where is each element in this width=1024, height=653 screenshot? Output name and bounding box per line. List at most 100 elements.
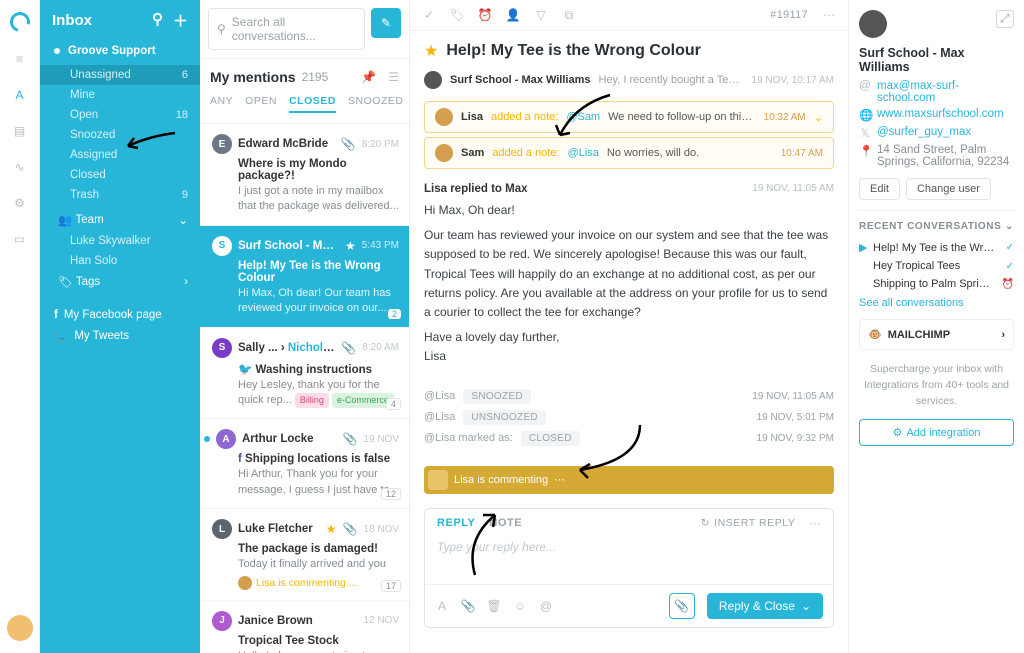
filter-open[interactable]: OPEN [245,95,277,113]
folder-snoozed[interactable]: Snoozed [40,125,200,145]
chevron-right-icon: › [1001,329,1005,341]
social-link[interactable]: fMy Facebook page [40,305,200,325]
social-link[interactable]: 🐦My Tweets [40,325,200,347]
filter-icon[interactable]: ▽ [534,8,548,22]
chevron-down-icon: ⌄ [814,111,823,124]
snooze-icon[interactable]: ⏰ [478,8,492,22]
team-member[interactable]: Han Solo [40,251,200,271]
chevron-right-icon: › [184,276,188,288]
reports-icon[interactable]: ∿ [11,158,29,176]
edit-button[interactable]: Edit [859,178,900,200]
customer-name: Surf School - Max Williams [859,46,1014,74]
composer-more-icon[interactable]: ⋯ [809,517,821,530]
menu-icon[interactable]: ≡ [11,50,29,68]
customer-email[interactable]: max@max-surf-school.com [877,80,1014,104]
compose-button[interactable]: ✎ [371,8,401,38]
list-options-icon[interactable]: ☰ [388,70,399,84]
search-input[interactable]: ⚲ Search all conversations... [208,8,365,50]
format-icon[interactable]: A [435,599,449,613]
star-icon[interactable]: ★ [424,41,438,61]
mailbox-header[interactable]: Groove Support [40,41,200,61]
merge-icon[interactable]: ⧉ [562,8,576,22]
conversation-item[interactable]: SSally ... › Nicholas Mccreath📎8:20 AM🐦 … [200,328,409,420]
integration-promo: Supercharge your inbox with Integrations… [859,362,1014,409]
tags-header[interactable]: 🏷 Tags › [40,271,200,293]
see-all-link[interactable]: See all conversations [859,297,1014,309]
settings-icon: ⚙ [893,426,903,439]
sidebar-add-icon[interactable]: ＋ [173,10,188,31]
event-item: @Lisa marked as:CLOSED19 Nov, 9:32 PM [424,431,834,446]
add-integration-button[interactable]: ⚙Add integration [859,419,1014,446]
reply-tab[interactable]: REPLY [437,517,475,529]
folder-assigned[interactable]: Assigned [40,145,200,165]
team-header[interactable]: 👥 Team ⌄ [40,209,200,231]
customer-web[interactable]: www.maxsurfschool.com [877,108,1004,120]
customer-avatar [859,10,887,38]
user-avatar[interactable] [7,615,33,641]
customer-twitter[interactable]: @surfer_guy_max [877,126,971,138]
customer-address: 14 Sand Street, Palm Springs, California… [877,144,1014,168]
send-button[interactable]: Reply & Close⌄ [707,593,823,619]
recent-conversation[interactable]: Shipping to Palm Springs⏰ [859,275,1014,293]
expand-icon[interactable]: ⤢ [996,10,1014,28]
check-icon[interactable]: ✓ [422,8,436,22]
folder-closed[interactable]: Closed [40,165,200,185]
event-item: @LisaSNOOZED19 Nov, 11:05 AM [424,389,834,404]
filter-any[interactable]: ANY [210,95,233,113]
assign-icon[interactable]: 👤 [506,8,520,22]
conversation-item[interactable]: JJanice Brown12 NOVTropical Tee StockHel… [200,601,409,653]
settings-icon[interactable]: ⚙ [11,194,29,212]
change-user-button[interactable]: Change user [906,178,991,200]
tag-icon[interactable]: 🏷 [450,8,464,22]
conversation-item[interactable]: AArthur Locke📎19 NOVf Shipping locations… [200,419,409,509]
attach-file-button[interactable]: 📎 [669,593,695,619]
more-icon[interactable]: ⋯ [822,8,836,22]
tag-icon: 🏷 [58,275,73,289]
folder-open[interactable]: Open18 [40,105,200,125]
recent-conversation[interactable]: ▶Help! My Tee is the Wron...✓ [859,238,1014,257]
at-icon: @ [859,80,871,92]
integration-row[interactable]: 🐵MAILCHIMP › [859,319,1014,350]
team-member[interactable]: Luke Skywalker [40,231,200,251]
emoji-icon[interactable]: ☺ [513,599,527,613]
conversation-item[interactable]: EEdward McBride📎8:20 PMWhere is my Mondo… [200,124,409,226]
note-item[interactable]: Sam added a note: @Lisa No worries, will… [424,137,834,169]
thread-toolbar: ✓ 🏷 ⏰ 👤 ▽ ⧉ #19117 ⋯ [410,0,848,31]
docs-icon[interactable]: ▭ [11,230,29,248]
opener-summary[interactable]: Surf School - Max Williams Hey, I recent… [424,71,834,89]
library-icon[interactable]: ▤ [11,122,29,140]
typing-indicator: Lisa is commenting ⋯ [424,466,834,494]
composer-input[interactable]: Type your reply here... [425,530,833,584]
sidebar-search-icon[interactable]: ⚲ [152,10,163,31]
mailchimp-icon: 🐵 [868,328,882,341]
conversation-list: ⚲ Search all conversations... ✎ My menti… [200,0,410,653]
conversation-item[interactable]: SSurf School - Max Williams★5:43 PMHelp!… [200,226,409,328]
insert-reply-button[interactable]: ↻INSERT REPLY [701,517,796,529]
app-logo [6,8,33,35]
inbox-icon[interactable]: A [11,86,29,104]
event-item: @LisaUNSNOOZED19 Nov, 5:01 PM [424,410,834,425]
note-tab[interactable]: NOTE [489,517,522,529]
filter-closed[interactable]: CLOSED [289,95,336,113]
filter-snoozed[interactable]: SNOOZED [348,95,404,113]
typing-dots-icon: ⋯ [554,473,565,486]
globe-icon: 🌐 [859,108,871,122]
customer-avatar-icon [424,71,442,89]
location-icon: 📍 [859,144,871,158]
recent-section-head[interactable]: RECENT CONVERSATIONS ⌄ [859,210,1014,232]
attach-icon[interactable]: 📎 [461,599,475,613]
folder-unassigned[interactable]: Unassigned6 [40,65,200,85]
note-item[interactable]: Lisa added a note: @Sam We need to follo… [424,101,834,133]
recent-conversation[interactable]: Hey Tropical Tees✓ [859,257,1014,275]
folder-mine[interactable]: Mine [40,85,200,105]
pin-icon[interactable]: 📌 [361,70,376,84]
ticket-id: #19117 [770,9,808,21]
folder-trash[interactable]: Trash9 [40,185,200,205]
trash-icon[interactable]: 🗑 [487,599,501,613]
mention-icon[interactable]: @ [539,599,553,613]
conversation-item[interactable]: LLuke Fletcher★📎18 NOVThe package is dam… [200,509,409,600]
refresh-icon: ↻ [701,517,710,529]
thread-title: Help! My Tee is the Wrong Colour [446,42,701,60]
composer: REPLY NOTE ↻INSERT REPLY ⋯ Type your rep… [424,508,834,628]
typing-avatar-icon [428,470,448,490]
